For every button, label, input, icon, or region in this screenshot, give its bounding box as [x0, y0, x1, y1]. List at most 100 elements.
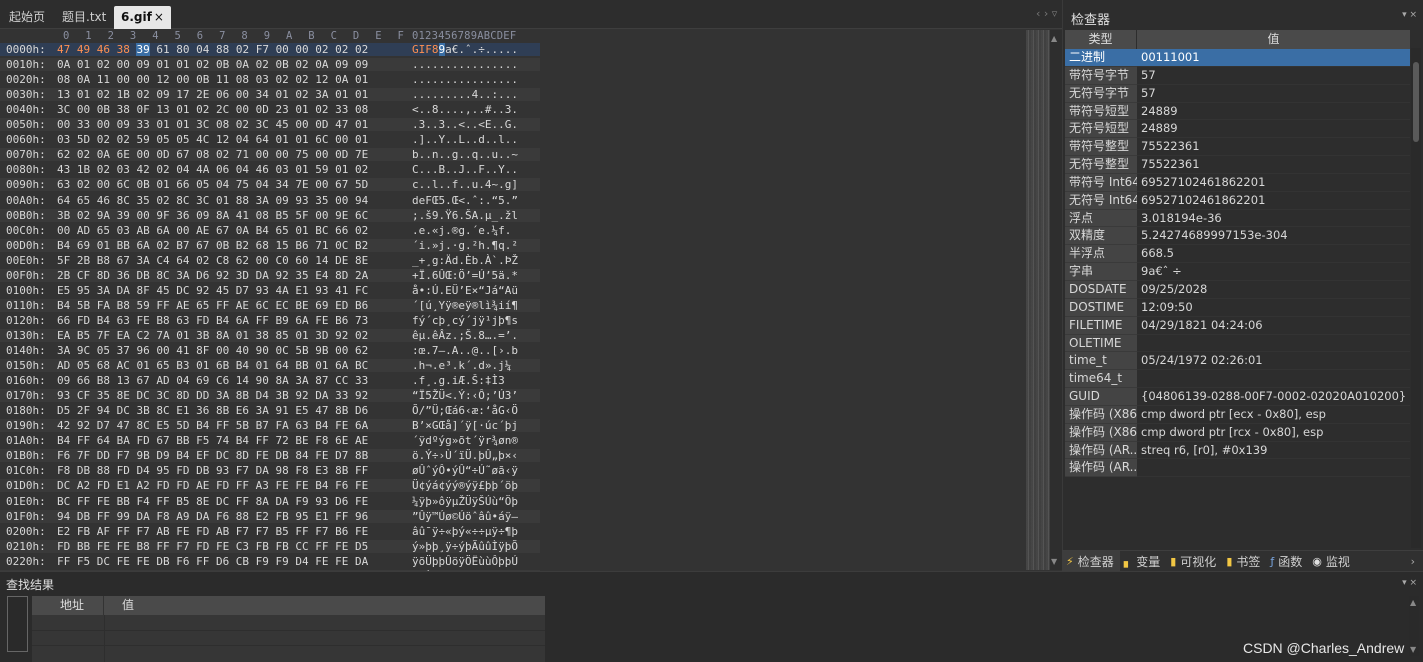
row-ascii[interactable]: ÿõÜþþÛöÿÖËùùÔþþÚ [412, 555, 538, 568]
inspector-value[interactable] [1137, 335, 1410, 353]
find-scrollbar[interactable]: ▲ ▼ [1409, 596, 1419, 656]
row-hex-bytes[interactable]: FF F5 DC FE FE DB F6 FF D6 CB F9 F9 D4 F… [57, 555, 368, 568]
panel-menu-icon[interactable]: ▾ × [1402, 578, 1417, 588]
inspector-row[interactable]: OLETIME [1065, 334, 1410, 353]
inspector-row[interactable]: 操作码 (X86...cmp dword ptr [rcx - 0x80], e… [1065, 423, 1410, 442]
row-ascii[interactable]: deFŒ5.Œ<.ˆ:.“5.” [412, 194, 538, 207]
row-ascii[interactable]: .]..Y..L..d..l.. [412, 133, 538, 146]
hex-row[interactable]: 0060h: 03 5D 02 02 59 05 05 4C 12 04 64 0… [0, 133, 540, 146]
hex-row[interactable]: 0190h: 42 92 D7 47 8C E5 5D B4 FF 5B B7 F… [0, 419, 540, 433]
inspector-row[interactable]: 无符号短型 24889 [1065, 120, 1410, 139]
row-hex-bytes[interactable]: 93 CF 35 8E DC 3C 8D DD 3A 8B D4 3B 92 D… [57, 389, 368, 402]
inspector-value[interactable]: cmp dword ptr [rcx - 0x80], esp [1137, 424, 1410, 442]
row-ascii[interactable]: ................ [412, 58, 538, 71]
row-ascii[interactable]: ý»þþ¸ÿ÷ýþÃûûÌÿþÕ [412, 540, 538, 553]
row-ascii[interactable]: Õ/”Ü;Œá6‹æ:‘åG‹Ö [412, 404, 538, 417]
inspector-value[interactable]: 5.24274689997153e-304 [1137, 227, 1410, 246]
hex-row[interactable]: 01C0h: F8 DB 88 FD D4 95 FD DB 93 F7 DA 9… [0, 464, 540, 477]
inspector-row[interactable]: 字串 9a€ˆ ÷ [1065, 263, 1410, 281]
inspector-row[interactable]: 半浮点 668.5 [1065, 245, 1410, 264]
row-hex-bytes[interactable]: E2 FB AF FF F7 AB FE FD AB F7 F7 B5 FF F… [57, 525, 368, 538]
inspector-value[interactable]: 00111001 [1137, 49, 1410, 67]
row-ascii[interactable]: âû¯ÿ÷«þý«÷÷µÿ÷¶þ [412, 525, 538, 538]
hex-row[interactable]: 0090h: 63 02 00 6C 0B 01 66 05 04 75 04 3… [0, 178, 540, 192]
tab-txt-file[interactable]: 题目.txt [55, 6, 113, 29]
inspector-row[interactable]: 双精度 5.24274689997153e-304 [1065, 227, 1410, 246]
row-hex-bytes[interactable]: AD 05 68 AC 01 65 B3 01 6B B4 01 64 BB 0… [57, 359, 368, 372]
inspector-row[interactable]: 带符号字节 57 [1065, 66, 1410, 85]
column-header-address[interactable]: 地址 [32, 596, 104, 615]
hex-minimap[interactable] [1026, 30, 1050, 570]
row-ascii[interactable]: <..8....,..#..3. [412, 103, 538, 116]
inspector-row[interactable]: DOSTIME 12:09:50 [1065, 298, 1410, 317]
hex-row[interactable]: 00C0h: 00 AD 65 03 AB 6A 00 AE 67 0A B4 6… [0, 224, 540, 237]
inspector-row[interactable]: DOSDATE 09/25/2028 [1065, 280, 1410, 299]
hex-editor[interactable]: 0 1 2 3 4 5 6 7 8 9 A B C D E F 0123456789ABCDEF 0000h: 4… [0, 29, 1062, 571]
inspector-value[interactable]: 75522361 [1137, 138, 1410, 157]
inspector-value[interactable]: 57 [1137, 67, 1410, 85]
row-hex-bytes[interactable]: EA B5 7F EA C2 7A 01 3B 8A 01 38 85 01 3… [57, 329, 368, 342]
hex-scrollbar[interactable]: ▲ ▼ [1050, 30, 1062, 570]
hex-row[interactable]: 0100h: E5 95 3A DA 8F 45 DC 92 45 D7 93 4… [0, 284, 540, 297]
inspector-row[interactable]: 无符号字节 57 [1065, 84, 1410, 103]
row-ascii[interactable]: .­e.«j.®g.´e.¼f. [412, 224, 538, 237]
row-hex-bytes[interactable]: DC A2 FD E1 A2 FD FD AE FD FF A3 FE FE B… [57, 479, 368, 492]
inspector-row[interactable]: 操作码 (X86...cmp dword ptr [ecx - 0x80], e… [1065, 405, 1410, 424]
hex-row[interactable]: 0020h: 08 0A 11 00 00 12 00 0B 11 08 03 0… [0, 73, 540, 86]
selected-byte[interactable]: 39 [136, 43, 150, 56]
panel-tab-inspector[interactable]: ⚡ 检查器 [1062, 550, 1120, 572]
row-hex-bytes[interactable]: 08 0A 11 00 00 12 00 0B 11 08 03 02 02 1… [57, 73, 368, 86]
inspector-row[interactable]: FILETIME 04/29/1821 04:24:06 [1065, 316, 1410, 335]
inspector-row[interactable]: 带符号 Int64 69527102461862201 [1065, 173, 1410, 192]
inspector-value[interactable]: 24889 [1137, 103, 1410, 121]
row-ascii[interactable]: B’×GŒå]´ÿ[·úc´þj [412, 419, 538, 432]
inspector-value[interactable]: streq r6, [r0], #0x139 [1137, 442, 1410, 460]
panel-tab-visualization[interactable]: ▮ 可视化 [1166, 551, 1222, 572]
row-hex-bytes[interactable]: F8 DB 88 FD D4 95 FD DB 93 F7 DA 98 F8 E… [57, 464, 368, 477]
inspector-value[interactable]: 75522361 [1137, 156, 1410, 174]
row-hex-bytes[interactable]: E5 95 3A DA 8F 45 DC 92 45 D7 93 4A E1 9… [57, 284, 368, 297]
hex-row[interactable]: 0160h: 09 66 B8 13 67 AD 04 69 C6 14 90 8… [0, 374, 540, 387]
row-ascii[interactable]: :œ.7–.A..@..[›.b [412, 344, 538, 357]
hex-row[interactable]: 0080h: 43 1B 02 03 42 02 04 4A 06 04 46 0… [0, 163, 540, 176]
inspector-value[interactable]: 05/24/1972 02:26:01 [1137, 352, 1410, 371]
row-hex-bytes[interactable]: 43 1B 02 03 42 02 04 4A 06 04 46 03 01 5… [57, 163, 368, 176]
column-header-type[interactable]: 类型 [1065, 30, 1137, 49]
hex-row[interactable]: 0000h: 47 49 46 38 39 61 80 04 88 02 F7 0… [0, 43, 540, 56]
inspector-value[interactable]: 04/29/1821 04:24:06 [1137, 317, 1410, 335]
row-hex-bytes[interactable]: D5 2F 94 DC 3B 8C E1 36 8B E6 3A 91 E5 4… [57, 404, 368, 417]
row-ascii[interactable]: ”Ûÿ™Úø©Úöˆâû•áÿ– [412, 510, 538, 523]
hex-row[interactable]: 01A0h: B4 FF 64 BA FD 67 BB F5 74 B4 FF 7… [0, 434, 540, 447]
inspector-scrollbar[interactable] [1411, 48, 1421, 548]
scroll-up-icon[interactable]: ▲ [1410, 598, 1416, 607]
row-ascii[interactable]: .3..3..<..<E..G. [412, 118, 538, 131]
tab-gif-file[interactable]: 6.gif × [114, 6, 171, 29]
hex-row[interactable]: 00A0h: 64 65 46 8C 35 02 8C 3C 01 88 3A 0… [0, 194, 540, 207]
inspector-row[interactable]: 操作码 (AR... streq r6, [r0], #0x139 [1065, 441, 1410, 460]
tab-start-page[interactable]: 起始页 [2, 6, 52, 29]
row-hex-bytes[interactable]: BC FF FE BB F4 FF B5 8E DC FF 8A DA F9 9… [57, 495, 368, 508]
hex-row[interactable]: 00D0h: B4 69 01 BB 6A 02 B7 67 0B B2 68 1… [0, 238, 540, 252]
inspector-value[interactable]: 57 [1137, 85, 1410, 103]
hex-row[interactable]: 0170h: 93 CF 35 8E DC 3C 8D DD 3A 8B D4 3… [0, 389, 540, 403]
row-ascii[interactable]: .f¸.g­.iÆ.Š:‡Ì3 [412, 374, 538, 387]
tab-navigation-icons[interactable]: ‹ › ▿ [1036, 7, 1057, 20]
hex-row[interactable]: 0040h: 3C 00 0B 38 0F 13 01 02 2C 00 0D 2… [0, 103, 540, 116]
row-hex-bytes[interactable]: 42 92 D7 47 8C E5 5D B4 FF 5B B7 FA 63 B… [57, 419, 368, 432]
row-hex-bytes[interactable]: B4 69 01 BB 6A 02 B7 67 0B B2 68 15 B6 7… [57, 239, 368, 252]
column-header-value[interactable]: 值 [1137, 30, 1410, 49]
row-hex-bytes[interactable]: 5F 2B B8 67 3A C4 64 02 C8 62 00 C0 60 1… [57, 254, 368, 267]
table-row[interactable] [32, 630, 545, 631]
table-row[interactable] [32, 645, 545, 646]
hex-row[interactable]: 0210h: FD BB FE FE B8 FF F7 FD FE C3 FB F… [0, 539, 540, 553]
row-ascii[interactable]: GIF89a€.ˆ.÷..... [412, 43, 538, 56]
row-hex-bytes[interactable]: 47 49 46 38 39 61 80 04 88 02 F7 00 00 0… [57, 43, 368, 56]
inspector-row[interactable]: 带符号短型 24889 [1065, 102, 1410, 121]
row-ascii[interactable]: ¼ÿþ»ôÿµŽÜÿŠÚù“Öþ [412, 495, 538, 508]
row-ascii[interactable]: ................ [412, 73, 538, 86]
row-hex-bytes[interactable]: 00 AD 65 03 AB 6A 00 AE 67 0A B4 65 01 B… [57, 224, 368, 237]
row-ascii[interactable]: c..l..f..u.4~.g] [412, 178, 538, 191]
inspector-row[interactable]: 无符号整型 75522361 [1065, 156, 1410, 174]
row-hex-bytes[interactable]: 13 01 02 1B 02 09 17 2E 06 00 34 01 02 3… [57, 88, 368, 101]
panel-tab-watch[interactable]: ◉ 监视 [1308, 551, 1356, 572]
